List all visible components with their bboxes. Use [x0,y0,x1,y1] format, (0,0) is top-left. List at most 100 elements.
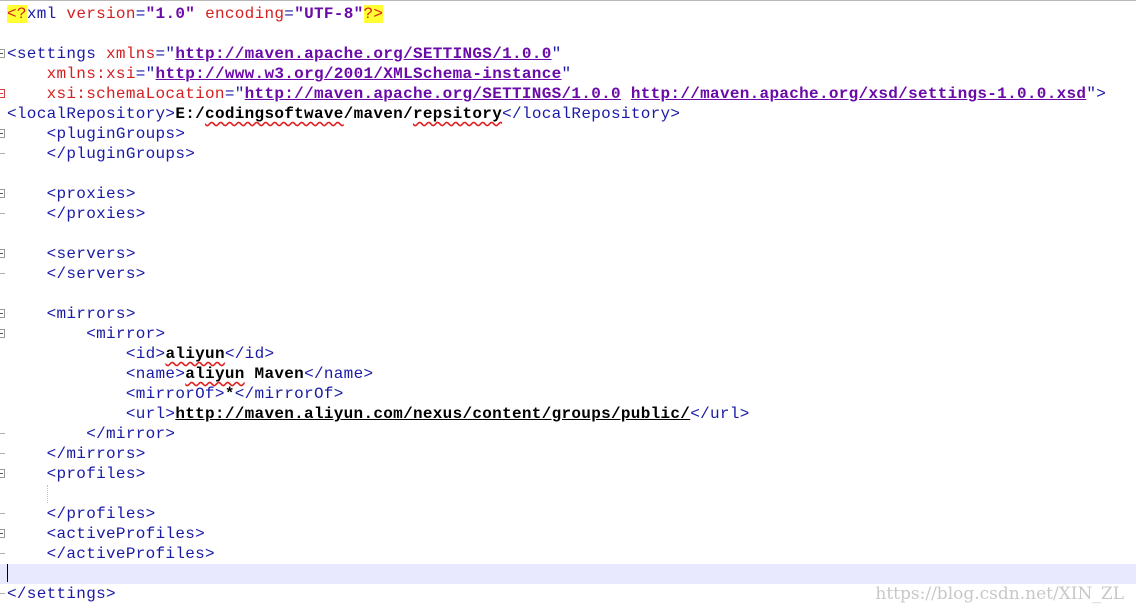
code-text: </profiles> [7,504,156,524]
fold-end-marker [0,153,5,154]
fold-end-marker [0,553,5,554]
code-text: xsi:schemaLocation="http://maven.apache.… [7,84,1106,104]
fold-toggle-icon[interactable] [0,129,5,138]
code-token: xmlns:xsi [7,65,136,83]
code-text: </mirror> [7,424,175,444]
code-line[interactable]: <activeProfiles> [0,524,1136,544]
code-token: * [224,385,235,403]
code-line[interactable]: <name>aliyun Maven</name> [0,364,1136,384]
code-text: </servers> [7,264,146,284]
code-token: =" [155,45,176,63]
code-token: <settings [7,45,107,63]
fold-toggle-icon[interactable] [0,329,5,338]
code-text: <url>http://maven.aliyun.com/nexus/conte… [7,404,750,424]
code-token: E:/ [175,105,206,123]
fold-end-marker [0,593,5,594]
code-line[interactable]: <mirrors> [0,304,1136,324]
code-line[interactable]: <?xml version="1.0" encoding="UTF-8"?> [0,4,1136,24]
fold-end-marker [0,273,5,274]
code-token: ?> [363,5,384,23]
code-line[interactable]: </profiles> [0,504,1136,524]
code-token: http://maven.aliyun.com/nexus/content/gr… [175,405,691,423]
fold-toggle-icon[interactable] [0,469,5,478]
code-line[interactable]: <localRepository>E:/codingsoftwave/maven… [0,104,1136,124]
xml-code-editor[interactable]: <?xml version="1.0" encoding="UTF-8"?> <s… [0,0,1136,614]
code-token: </profiles> [7,505,156,523]
code-line[interactable]: <pluginGroups> [0,124,1136,144]
code-text: </pluginGroups> [7,144,195,164]
text-caret [7,564,8,582]
code-token: </settings> [7,585,116,603]
code-line[interactable]: <mirrorOf>*</mirrorOf> [0,384,1136,404]
code-token: xml [26,5,67,23]
fold-toggle-icon[interactable] [0,189,5,198]
code-token: <? [7,5,27,23]
code-token: <servers> [7,245,136,263]
code-token: <profiles> [7,465,146,483]
code-token: " [551,45,562,63]
fold-toggle-icon[interactable] [0,49,5,58]
current-line-highlight [0,564,1136,584]
code-token: </mirrorOf> [234,385,344,403]
code-token: aliyun [165,345,225,363]
fold-end-marker [0,433,5,434]
code-token: version [66,5,136,23]
code-token: </localRepository> [502,105,681,123]
code-token: http://maven.apache.org/SETTINGS/1.0.0 [244,85,621,103]
code-text: <name>aliyun Maven</name> [7,364,373,384]
code-token: =" [224,85,245,103]
fold-toggle-icon[interactable] [0,529,5,538]
code-line[interactable]: </servers> [0,264,1136,284]
code-text: </mirrors> [7,444,146,464]
code-token: xmlns [106,45,156,63]
code-text: <mirrors> [7,304,136,324]
code-line[interactable]: <servers> [0,244,1136,264]
code-token: repsitory [412,105,503,123]
code-line[interactable]: <mirror> [0,324,1136,344]
code-token: http://maven.apache.org/xsd/settings-1.0… [630,85,1087,103]
fold-toggle-icon[interactable] [0,89,5,98]
code-line[interactable]: <profiles> [0,464,1136,484]
code-token: </url> [690,405,750,423]
code-line[interactable]: </proxies> [0,204,1136,224]
code-text: <proxies> [7,184,136,204]
code-line[interactable]: </mirror> [0,424,1136,444]
fold-toggle-icon[interactable] [0,249,5,258]
code-line[interactable]: </pluginGroups> [0,144,1136,164]
code-line[interactable]: <proxies> [0,184,1136,204]
code-token: =" [135,65,156,83]
code-line[interactable]: xsi:schemaLocation="http://maven.apache.… [0,84,1136,104]
code-token: <pluginGroups> [7,125,186,143]
code-text: <pluginGroups> [7,124,185,144]
code-line[interactable]: <url>http://maven.aliyun.com/nexus/conte… [0,404,1136,424]
code-token: </servers> [7,265,146,283]
fold-toggle-icon[interactable] [0,309,5,318]
code-line[interactable]: <id>aliyun</id> [0,344,1136,364]
code-token: encoding [205,5,285,23]
code-text: </proxies> [7,204,146,224]
code-line[interactable]: <settings xmlns="http://maven.apache.org… [0,44,1136,64]
code-line[interactable]: </mirrors> [0,444,1136,464]
code-token: /maven/ [343,105,413,123]
code-token: <url> [7,405,176,423]
code-token: http://www.w3.org/2001/XMLSchema-instanc… [155,65,562,83]
code-line[interactable]: </activeProfiles> [0,544,1136,564]
code-token: <activeProfiles> [7,525,206,543]
code-token: "1.0" [145,5,196,23]
code-token: </id> [224,345,275,363]
code-text: <profiles> [7,464,146,484]
code-token: xsi:schemaLocation [7,85,225,103]
code-token: "UTF-8" [294,5,364,23]
code-token: = [284,5,295,23]
fold-end-marker [0,453,5,454]
code-token: <name> [7,365,186,383]
code-token: <mirrorOf> [7,385,225,403]
code-token: Maven [244,365,305,383]
code-text: <settings xmlns="http://maven.apache.org… [7,44,562,64]
code-token: <mirror> [7,325,166,343]
code-text: <mirror> [7,324,165,344]
code-line[interactable]: xmlns:xsi="http://www.w3.org/2001/XMLSch… [0,64,1136,84]
code-token: </activeProfiles> [7,545,215,563]
